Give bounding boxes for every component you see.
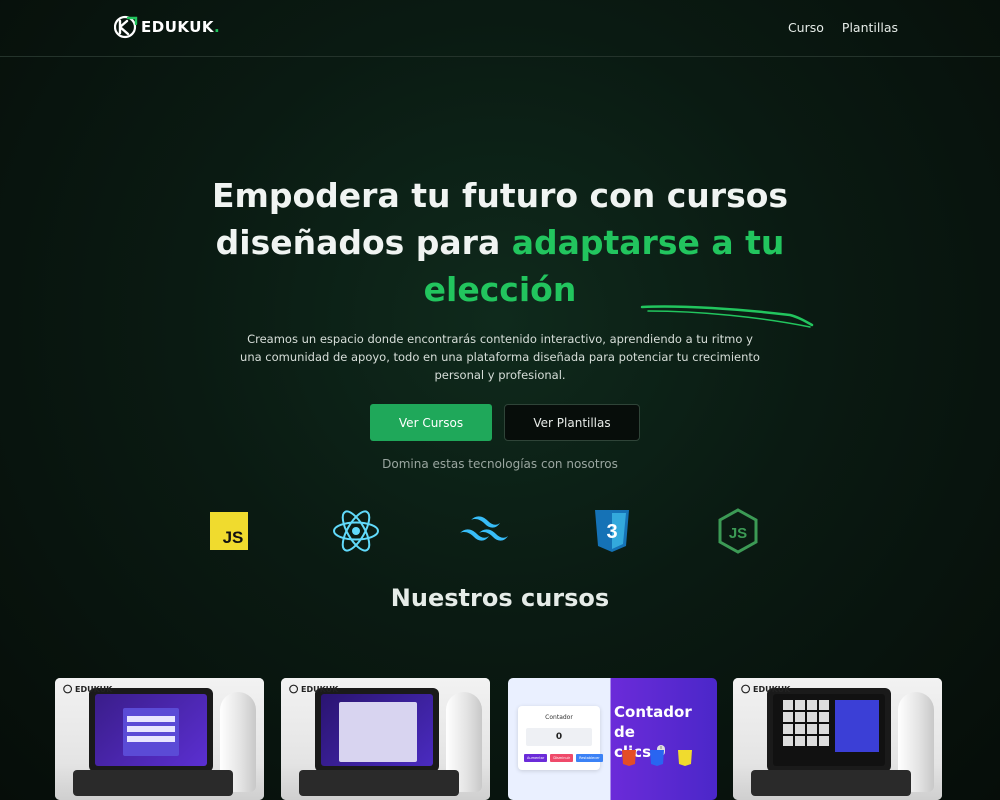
svg-text:3: 3 [606, 521, 617, 543]
css3-icon [650, 750, 664, 766]
navbar: EDUKUK. Curso Plantillas [0, 0, 1000, 57]
card-brand-text: EDUKUK [75, 684, 113, 694]
underline-stroke-decoration [640, 305, 814, 328]
hero-title-line-2: diseñados para [215, 223, 512, 262]
course-card-3[interactable]: Contador 0 Aumentar Disminuir Restablece… [508, 678, 717, 800]
tablet-image [767, 688, 891, 772]
counter-buttons: Aumentar Disminuir Restablecer [524, 754, 603, 762]
tech-caption: Domina estas tecnologías con nosotros [382, 457, 618, 471]
ver-plantillas-button[interactable]: Ver Plantillas [504, 404, 640, 441]
course-card-4[interactable]: EDUKUK [733, 678, 942, 800]
javascript-icon [678, 750, 692, 766]
hero-description: Creamos un espacio donde encontrarás con… [240, 332, 760, 382]
svg-text:JS: JS [729, 525, 747, 542]
javascript-icon: JS [210, 512, 248, 550]
css3-icon: 3 [595, 510, 629, 552]
keyboard-image [751, 770, 911, 796]
hero-title-accent-2: elección [423, 270, 577, 309]
course-card-1[interactable]: EDUKUK [55, 678, 264, 800]
hero-title-accent-1: adaptarse a tu [511, 223, 785, 262]
nodejs-icon: JS [718, 508, 758, 554]
card-brand: EDUKUK [63, 684, 112, 694]
tech-badges [622, 750, 692, 766]
section-title-courses: Nuestros cursos [390, 584, 610, 612]
card-title-line-1: Contador de [614, 703, 692, 741]
nav-links: Curso Plantillas [788, 20, 898, 35]
nav-link-curso[interactable]: Curso [788, 20, 824, 35]
tablet-screen [95, 694, 207, 766]
keyboard-image [73, 770, 233, 796]
tablet-screen [773, 694, 885, 766]
tablet-image [315, 688, 439, 772]
hero-title: Empodera tu futuro con cursos diseñados … [0, 172, 1000, 313]
counter-label: Contador [545, 714, 573, 721]
brand-mark-icon [63, 684, 73, 694]
tablet-screen [321, 694, 433, 766]
keyboard-image [299, 770, 459, 796]
brand-mark-icon [741, 684, 751, 694]
counter-value: 0 [526, 728, 592, 746]
counter-button-increase: Aumentar [524, 754, 548, 762]
nav-link-plantillas[interactable]: Plantillas [842, 20, 898, 35]
card-brand: EDUKUK [289, 684, 338, 694]
html5-icon [622, 750, 636, 766]
svg-text:JS: JS [223, 528, 244, 547]
card-brand-text: EDUKUK [301, 684, 339, 694]
tailwind-icon [460, 516, 508, 541]
logo-text: EDUKUK. [141, 18, 221, 36]
counter-button-reset: Restablecer [576, 754, 603, 762]
react-icon [333, 510, 379, 552]
counter-preview: Contador 0 Aumentar Disminuir Restablece… [518, 706, 603, 770]
tablet-image [89, 688, 213, 772]
card-brand: EDUKUK [741, 684, 790, 694]
tech-icons-row: JS 3 JS [0, 508, 1000, 554]
logo[interactable]: EDUKUK. [114, 14, 220, 40]
brand-mark-icon [289, 684, 299, 694]
counter-button-decrease: Disminuir [550, 754, 574, 762]
ver-cursos-button[interactable]: Ver Cursos [370, 404, 492, 441]
logo-mark-icon [114, 15, 138, 39]
hero-title-line-1: Empodera tu futuro con cursos [211, 176, 789, 215]
card-brand-text: EDUKUK [753, 684, 791, 694]
course-card-2[interactable]: EDUKUK [281, 678, 490, 800]
